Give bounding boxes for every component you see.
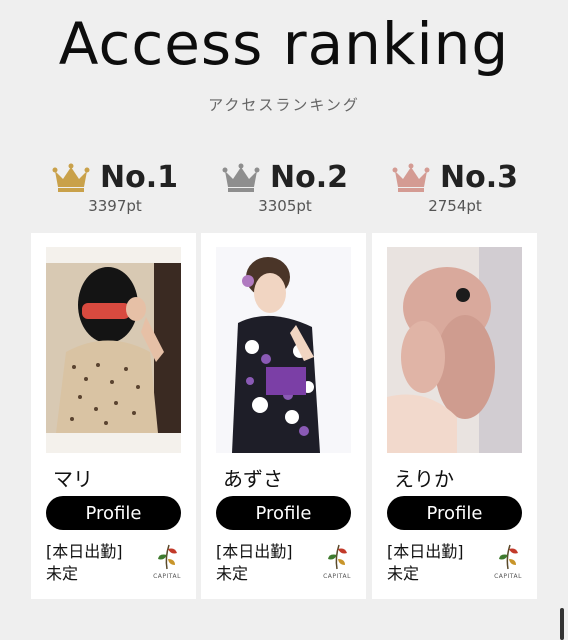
rank-label: No.3: [440, 160, 518, 195]
profile-button[interactable]: Profile: [216, 496, 351, 530]
leaf-logo-icon: [499, 544, 518, 570]
rank-header-1: No.1 3397pt: [30, 160, 200, 215]
rank-points: 3397pt: [88, 197, 142, 215]
profile-photo[interactable]: [216, 247, 351, 453]
leaf-logo-icon: [328, 544, 347, 570]
logo-text: CAPITAL: [323, 573, 351, 580]
work-status: [本日出勤] 未定: [46, 541, 123, 585]
capital-logo: CAPITAL: [151, 541, 183, 585]
status-value: 未定: [46, 564, 79, 583]
capital-logo: CAPITAL: [492, 541, 524, 585]
work-status: [本日出勤] 未定: [216, 541, 293, 585]
ranking-card-3: えりか Profile [本日出勤] 未定 CAPITAL: [372, 233, 537, 599]
cast-name: マリ: [53, 467, 93, 491]
logo-text: CAPITAL: [494, 573, 522, 580]
profile-photo[interactable]: [387, 247, 522, 453]
capital-logo: CAPITAL: [321, 541, 353, 585]
ranking-card-1: マリ Profile [本日出勤] 未定 CAPITAL: [31, 233, 196, 599]
status-label: [本日出勤]: [46, 542, 123, 561]
leaf-logo-icon: [158, 544, 177, 570]
silver-crown-icon: [222, 163, 260, 192]
cast-name: あずさ: [223, 467, 283, 491]
work-status: [本日出勤] 未定: [387, 541, 464, 585]
bronze-crown-icon: [392, 163, 430, 192]
gold-crown-icon: [52, 163, 90, 192]
profile-photo[interactable]: [46, 247, 181, 453]
page-title: Access ranking: [58, 10, 510, 78]
rank-label: No.2: [270, 160, 348, 195]
rank-label: No.1: [100, 160, 178, 195]
ranking-card-2: あずさ Profile [本日出勤] 未定 CAPITAL: [201, 233, 366, 599]
status-label: [本日出勤]: [387, 542, 464, 561]
page-subtitle: アクセスランキング: [208, 96, 360, 114]
rank-points: 2754pt: [428, 197, 482, 215]
status-label: [本日出勤]: [216, 542, 293, 561]
cast-name: えりか: [394, 467, 454, 491]
rank-header-2: No.2 3305pt: [200, 160, 370, 215]
rank-header-3: No.3 2754pt: [370, 160, 540, 215]
status-value: 未定: [216, 564, 249, 583]
scrollbar[interactable]: [560, 608, 564, 640]
logo-text: CAPITAL: [153, 573, 181, 580]
profile-button[interactable]: Profile: [46, 496, 181, 530]
profile-button[interactable]: Profile: [387, 496, 522, 530]
rank-points: 3305pt: [258, 197, 312, 215]
status-value: 未定: [387, 564, 420, 583]
